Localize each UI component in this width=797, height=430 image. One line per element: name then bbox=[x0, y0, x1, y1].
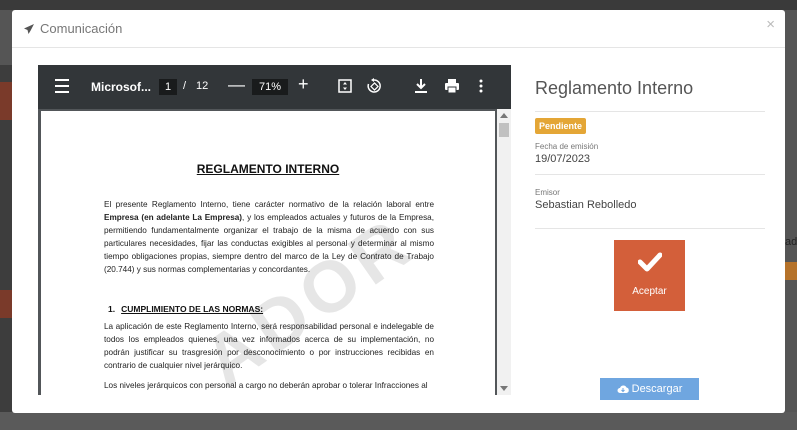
accept-button[interactable]: Aceptar bbox=[614, 240, 685, 311]
pdf-toolbar: Microsof... 1 / 12 — 71% + bbox=[38, 65, 511, 109]
document-name: Reglamento Interno bbox=[535, 78, 694, 98]
issuer-value: Sebastian Rebolledo bbox=[535, 199, 637, 211]
background-accent-strip bbox=[0, 290, 12, 318]
accept-label: Aceptar bbox=[632, 286, 667, 297]
download-icon[interactable] bbox=[414, 78, 428, 94]
cloud-download-icon bbox=[617, 385, 629, 393]
background-footer bbox=[0, 412, 797, 430]
close-icon[interactable]: × bbox=[766, 16, 775, 33]
download-label: Descargar bbox=[631, 383, 683, 395]
checkmark-icon bbox=[638, 252, 662, 272]
scroll-up-icon[interactable] bbox=[500, 113, 508, 118]
modal-title: Comunicación bbox=[23, 21, 122, 36]
scroll-down-icon[interactable] bbox=[500, 386, 508, 391]
date-value: 19/07/2023 bbox=[535, 153, 591, 165]
details-panel: Reglamento Interno Pendiente Fecha de em… bbox=[535, 65, 765, 311]
section-heading: 1. CUMPLIMIENTO DE LAS NORMAS: bbox=[108, 304, 264, 314]
pdf-viewer[interactable]: Microsof... 1 / 12 — 71% + ADOR REGLAMEN… bbox=[38, 65, 511, 395]
menu-icon[interactable] bbox=[55, 79, 69, 93]
document-paragraph-1: El presente Reglamento Interno, tiene ca… bbox=[104, 200, 435, 274]
date-label: Fecha de emisión bbox=[535, 142, 599, 151]
background-logo bbox=[0, 82, 12, 120]
zoom-level-input[interactable]: 71% bbox=[252, 79, 288, 95]
pdf-scrollbar[interactable] bbox=[497, 109, 511, 395]
page-number-input[interactable]: 1 bbox=[159, 79, 177, 95]
status-badge: Pendiente bbox=[535, 118, 587, 134]
document-title: REGLAMENTO INTERNO bbox=[196, 162, 340, 176]
more-options-icon[interactable] bbox=[478, 78, 484, 94]
page-total: 12 bbox=[196, 80, 209, 92]
background-header bbox=[0, 0, 797, 10]
zoom-in-button[interactable]: + bbox=[298, 74, 309, 95]
modal-header: Comunicación × bbox=[12, 10, 785, 48]
download-button[interactable]: Descargar bbox=[600, 378, 699, 400]
fit-page-icon[interactable] bbox=[338, 79, 352, 93]
communication-modal: Comunicación × Microsof... 1 / 12 — 71% … bbox=[12, 10, 785, 413]
pdf-page: ADOR REGLAMENTO INTERNO El presente Regl… bbox=[41, 111, 495, 395]
scroll-thumb[interactable] bbox=[499, 123, 509, 137]
background-partial-text: ad bbox=[785, 236, 797, 248]
document-paragraph-2: La aplicación de este Reglamento Interno… bbox=[104, 322, 434, 370]
background-partial-badge bbox=[785, 262, 797, 280]
divider bbox=[535, 174, 765, 175]
document-paragraph-3: Los niveles jerárquicos con personal a c… bbox=[104, 381, 428, 390]
zoom-out-button[interactable]: — bbox=[228, 75, 245, 95]
divider bbox=[535, 228, 765, 229]
divider bbox=[535, 111, 765, 112]
modal-title-text: Comunicación bbox=[40, 21, 123, 36]
page-separator: / bbox=[183, 80, 187, 92]
pdf-file-name: Microsof... bbox=[91, 80, 152, 94]
paper-plane-icon bbox=[24, 23, 34, 34]
issuer-label: Emisor bbox=[535, 188, 560, 197]
print-icon[interactable] bbox=[444, 78, 460, 94]
rotate-icon[interactable] bbox=[366, 78, 382, 94]
